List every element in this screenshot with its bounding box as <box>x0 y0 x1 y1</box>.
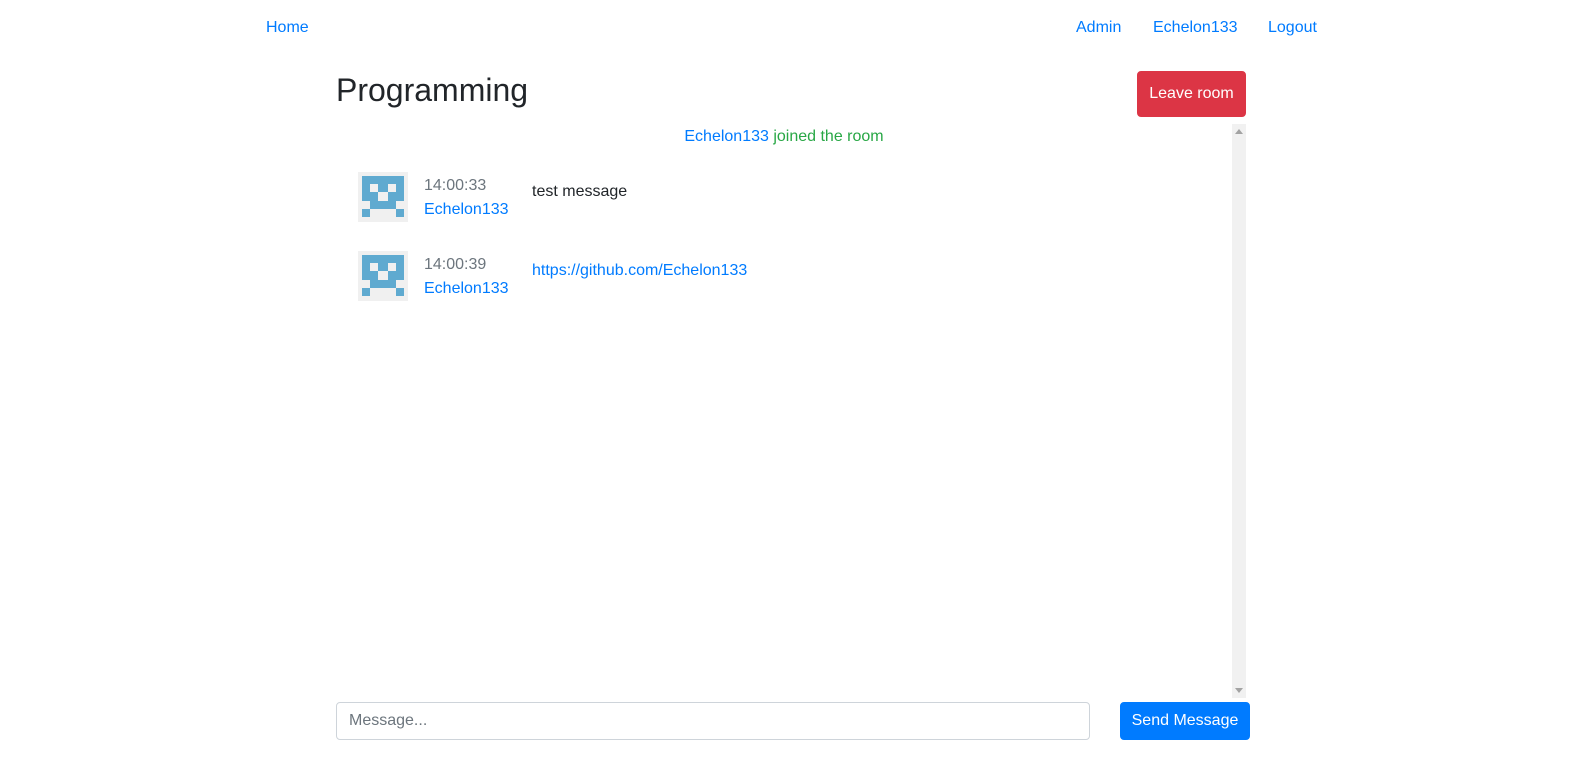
message-author-link[interactable]: Echelon133 <box>424 277 509 301</box>
message-time: 14:00:33 <box>424 177 487 194</box>
join-text: joined the room <box>768 128 884 145</box>
send-message-button[interactable]: Send Message <box>1120 702 1250 740</box>
scroll-up-arrow-icon[interactable] <box>1235 129 1243 134</box>
message-meta: 14:00:39 Echelon133 <box>424 253 509 301</box>
message-input[interactable] <box>336 702 1090 740</box>
message-meta: 14:00:33 Echelon133 <box>424 174 509 222</box>
leave-room-button[interactable]: Leave room <box>1137 71 1246 117</box>
chat-message: 14:00:33 Echelon133 test message <box>358 172 1218 222</box>
nav-admin-link[interactable]: Admin <box>1076 18 1121 37</box>
message-author-link[interactable]: Echelon133 <box>424 198 509 222</box>
identicon-avatar-icon <box>358 251 408 301</box>
chat-scrollbar[interactable] <box>1232 124 1246 698</box>
nav-user-link[interactable]: Echelon133 <box>1153 18 1238 37</box>
join-user-link[interactable]: Echelon133 <box>684 128 769 145</box>
nav-logout-link[interactable]: Logout <box>1268 18 1317 37</box>
message-time: 14:00:39 <box>424 256 487 273</box>
chat-message: 14:00:39 Echelon133 https://github.com/E… <box>358 251 1218 301</box>
identicon-avatar-icon <box>358 172 408 222</box>
join-notification: Echelon133 joined the room <box>336 127 1232 146</box>
chat-message-list[interactable]: Echelon133 joined the room 14:00:33 Eche… <box>336 124 1246 698</box>
message-link[interactable]: https://github.com/Echelon133 <box>532 261 747 280</box>
page-title: Programming <box>336 72 529 108</box>
scroll-down-arrow-icon[interactable] <box>1235 688 1243 693</box>
nav-home-link[interactable]: Home <box>266 18 309 37</box>
message-text: test message <box>532 183 628 200</box>
